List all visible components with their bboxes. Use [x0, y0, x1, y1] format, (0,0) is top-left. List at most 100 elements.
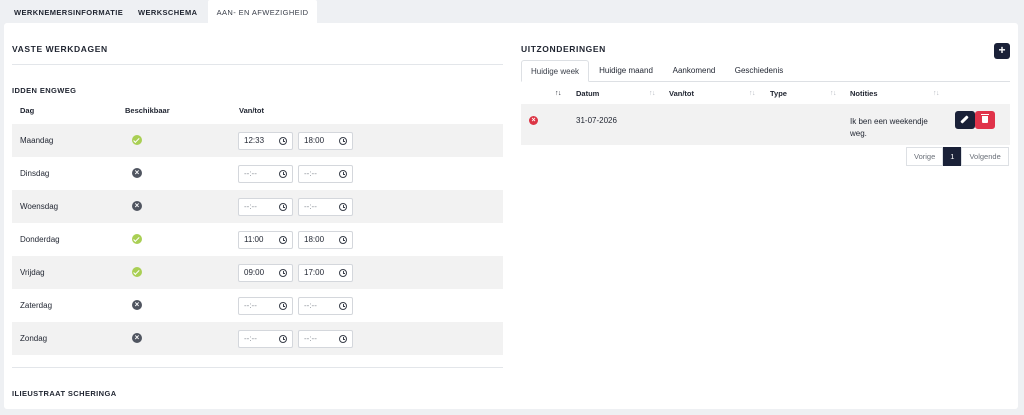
col-time[interactable]: Van/tot	[669, 84, 694, 104]
time-value: 09:00	[244, 268, 265, 277]
exception-notes: Ik ben een weekendje weg.	[850, 117, 928, 138]
time-from-input[interactable]: --:--	[238, 330, 293, 348]
clock-icon	[339, 170, 347, 178]
time-value: --:--	[244, 202, 257, 211]
time-from-input[interactable]: --:--	[238, 297, 293, 315]
next-page-button[interactable]: Volgende	[961, 147, 1009, 166]
check-circle-icon	[132, 234, 142, 244]
table-row: Maandag 12:33 18:00	[12, 124, 503, 157]
sort-arrows-icon[interactable]: ↑↓	[830, 84, 837, 104]
tab-geschiedenis[interactable]: Geschiedenis	[727, 60, 791, 82]
tab-huidige-week[interactable]: Huidige week	[521, 60, 589, 82]
page-1-button[interactable]: 1	[943, 147, 962, 166]
clock-icon	[339, 203, 347, 211]
exceptions-tabs: Huidige week Huidige maand Aankomend Ges…	[521, 60, 1010, 82]
table-row: Donderdag 11:00 18:00	[12, 223, 503, 256]
sort-arrows-icon[interactable]: ↑↓	[749, 84, 756, 104]
tab-huidige-maand[interactable]: Huidige maand	[591, 60, 661, 82]
day-label: Zaterdag	[20, 301, 53, 310]
clock-icon	[279, 170, 287, 178]
clock-icon	[279, 236, 287, 244]
time-from-input[interactable]: 09:00	[238, 264, 293, 282]
table-row: Zaterdag × --:-- --:--	[12, 289, 503, 322]
time-value: --:--	[304, 202, 317, 211]
col-notes[interactable]: Notities	[850, 84, 878, 104]
time-value: 17:00	[304, 268, 325, 277]
availability: ×	[132, 201, 143, 212]
time-value: --:--	[304, 169, 317, 178]
table-row: Woensdag × --:-- --:--	[12, 190, 503, 223]
time-value: 18:00	[304, 136, 325, 145]
day-label: Maandag	[20, 136, 54, 145]
time-to-input[interactable]: 18:00	[298, 132, 353, 150]
availability: ×	[132, 333, 143, 344]
time-value: 12:33	[244, 136, 265, 145]
clock-icon	[339, 269, 347, 277]
time-value: 18:00	[304, 235, 325, 244]
tab-aankomend[interactable]: Aankomend	[663, 60, 725, 82]
time-to-input[interactable]: --:--	[298, 165, 353, 183]
check-circle-icon	[132, 135, 142, 145]
exceptions-table-header: ↑↓ Datum ↑↓ Van/tot ↑↓ Type ↑↓ Notities …	[521, 84, 1010, 104]
divider	[12, 64, 503, 65]
col-time: Van/tot	[239, 106, 265, 115]
time-value: --:--	[244, 301, 257, 310]
sort-arrows-icon[interactable]: ↑↓	[649, 84, 656, 104]
day-label: Dinsdag	[20, 169, 50, 178]
time-value: --:--	[244, 334, 257, 343]
time-to-input[interactable]: --:--	[298, 330, 353, 348]
availability	[132, 234, 143, 245]
exception-date: 31-07-2026	[576, 116, 617, 125]
time-value: 11:00	[244, 235, 264, 244]
time-to-input[interactable]: 17:00	[298, 264, 353, 282]
add-exception-button[interactable]: +	[994, 43, 1010, 59]
time-value: --:--	[244, 169, 257, 178]
day-label: Donderdag	[20, 235, 60, 244]
time-value: --:--	[304, 301, 317, 310]
clock-icon	[339, 137, 347, 145]
availability: ×	[132, 168, 143, 179]
employee-name: ILIEUSTRAAT SCHERINGA	[12, 389, 117, 398]
edit-button[interactable]	[955, 111, 975, 129]
delete-button[interactable]	[975, 111, 995, 129]
clock-icon	[279, 137, 287, 145]
check-circle-icon	[132, 267, 142, 277]
time-from-input[interactable]: --:--	[238, 198, 293, 216]
availability	[132, 267, 143, 278]
col-date[interactable]: Datum	[576, 84, 599, 104]
time-value: --:--	[304, 334, 317, 343]
sort-arrows-icon[interactable]: ↑↓	[555, 84, 562, 104]
clock-icon	[279, 203, 287, 211]
clock-icon	[339, 236, 347, 244]
sort-arrows-icon[interactable]: ↑↓	[933, 84, 940, 104]
clock-icon	[279, 302, 287, 310]
time-from-input[interactable]: 11:00	[238, 231, 293, 249]
prev-page-button[interactable]: Vorige	[906, 147, 944, 166]
clock-icon	[279, 269, 287, 277]
x-circle-icon: ×	[132, 333, 142, 343]
time-to-input[interactable]: --:--	[298, 198, 353, 216]
day-label: Woensdag	[20, 202, 59, 211]
time-to-input[interactable]: 18:00	[298, 231, 353, 249]
col-type[interactable]: Type	[770, 84, 787, 104]
pagination: Vorige 1 Volgende	[906, 147, 1009, 166]
time-from-input[interactable]: 12:33	[238, 132, 293, 150]
clock-icon	[279, 335, 287, 343]
fixed-days-table-header: Dag Beschikbaar Van/tot	[12, 101, 503, 121]
clock-icon	[339, 335, 347, 343]
employee-name: IDDEN ENGWEG	[12, 86, 77, 95]
pencil-icon	[960, 115, 969, 124]
col-day: Dag	[20, 106, 35, 115]
time-to-input[interactable]: --:--	[298, 297, 353, 315]
x-circle-icon: ×	[132, 201, 142, 211]
table-row: Dinsdag × --:-- --:--	[12, 157, 503, 190]
table-row: Vrijdag 09:00 17:00	[12, 256, 503, 289]
time-from-input[interactable]: --:--	[238, 165, 293, 183]
trash-icon	[981, 114, 989, 123]
day-label: Zondag	[20, 334, 48, 343]
x-circle-icon: ×	[132, 168, 142, 178]
exceptions-title: UITZONDERINGEN	[521, 44, 606, 54]
fixed-days-title: VASTE WERKDAGEN	[12, 44, 108, 54]
col-available: Beschikbaar	[125, 106, 170, 115]
day-label: Vrijdag	[20, 268, 45, 277]
